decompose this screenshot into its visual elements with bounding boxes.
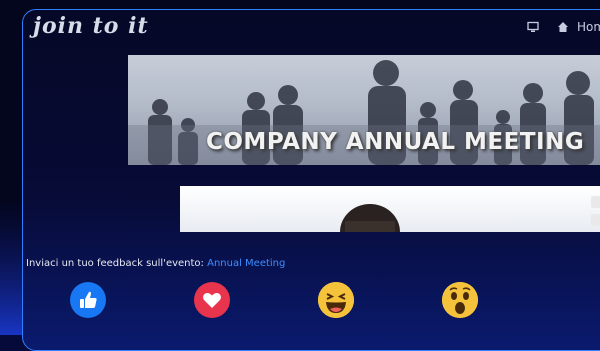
carousel-prev-button[interactable] [591, 214, 600, 226]
haha-reaction-button[interactable] [318, 282, 354, 318]
banner-title: COMPANY ANNUAL MEETING [206, 129, 585, 155]
event-link[interactable]: Annual Meeting [207, 258, 285, 269]
love-icon [203, 293, 221, 308]
feedback-prompt: Inviaci un tuo feedback sull'evento: [26, 258, 204, 269]
like-reaction-button[interactable] [70, 282, 106, 318]
wow-reaction-button[interactable] [442, 282, 478, 318]
carousel-next-button[interactable] [591, 196, 600, 208]
wow-icon [442, 282, 478, 318]
nav-home-link[interactable]: Hom [577, 20, 600, 34]
logo[interactable]: join to it [33, 13, 149, 39]
like-icon [80, 291, 97, 308]
event-banner: COMPANY ANNUAL MEETING [128, 55, 600, 165]
top-nav: Hom [527, 20, 600, 34]
feedback-text: Inviaci un tuo feedback sull'evento: Ann… [26, 258, 285, 269]
haha-icon [318, 282, 354, 318]
love-reaction-button[interactable] [194, 282, 230, 318]
monitor-icon[interactable] [527, 21, 539, 33]
home-icon[interactable] [557, 21, 569, 33]
event-photo [180, 186, 600, 232]
